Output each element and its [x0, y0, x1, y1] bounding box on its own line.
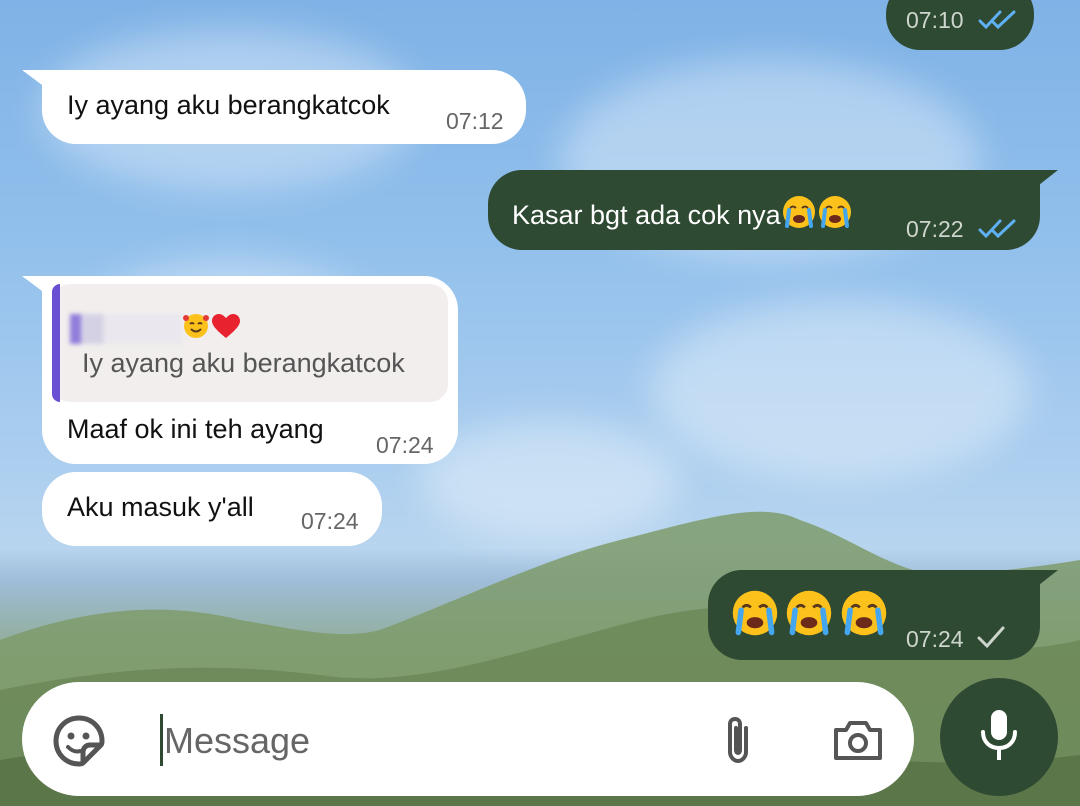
message-text: Iy ayang aku berangkatcok — [67, 90, 390, 120]
quoted-sender-name-redacted — [70, 314, 182, 344]
message-time: 07:24 — [301, 508, 359, 534]
emoji-row — [730, 588, 889, 638]
message-bubble-incoming-reply[interactable]: Iy ayang aku berangkatcok Maaf ok ini te… — [42, 276, 458, 464]
message-text: Kasar bgt ada cok nya — [512, 194, 853, 231]
mic-icon — [978, 708, 1020, 771]
message-input[interactable]: Message — [164, 720, 310, 762]
attach-icon[interactable] — [718, 714, 758, 773]
text-caret — [160, 714, 163, 766]
crying-face-icon — [730, 588, 780, 638]
quoted-message-text: Iy ayang aku berangkatcok — [82, 348, 405, 378]
message-bubble-outgoing[interactable]: 07:10 — [886, 0, 1034, 50]
quote-accent-bar — [52, 284, 60, 402]
red-heart-icon — [212, 314, 240, 345]
quoted-message[interactable]: Iy ayang aku berangkatcok — [52, 284, 448, 402]
message-text: Aku masuk y'all — [67, 492, 254, 522]
message-bubble-outgoing[interactable]: Kasar bgt ada cok nya 07:22 — [488, 170, 1040, 250]
message-time: 07:24 — [906, 626, 964, 652]
message-composer: Message — [22, 682, 914, 796]
crying-face-icon — [817, 194, 853, 230]
crying-face-icon — [781, 194, 817, 230]
message-bubble-incoming[interactable]: Aku masuk y'all 07:24 — [42, 472, 382, 546]
crying-face-icon — [839, 588, 889, 638]
voice-record-button[interactable] — [940, 678, 1058, 796]
sticker-icon[interactable] — [52, 714, 106, 773]
message-time: 07:22 — [906, 216, 964, 242]
message-bubble-outgoing[interactable]: 07:24 — [708, 570, 1040, 660]
message-time: 07:24 — [376, 432, 434, 458]
message-text: Maaf ok ini teh ayang — [67, 414, 324, 444]
message-time: 07:10 — [906, 7, 964, 33]
message-time: 07:12 — [446, 108, 504, 134]
single-check-sent-icon — [977, 626, 1005, 649]
double-check-read-icon — [978, 10, 1016, 30]
smiling-face-with-hearts-icon — [182, 312, 210, 345]
crying-face-icon — [784, 588, 834, 638]
message-bubble-incoming[interactable]: Iy ayang aku berangkatcok 07:12 — [42, 70, 526, 144]
double-check-read-icon — [978, 219, 1016, 239]
camera-icon[interactable] — [832, 718, 884, 767]
